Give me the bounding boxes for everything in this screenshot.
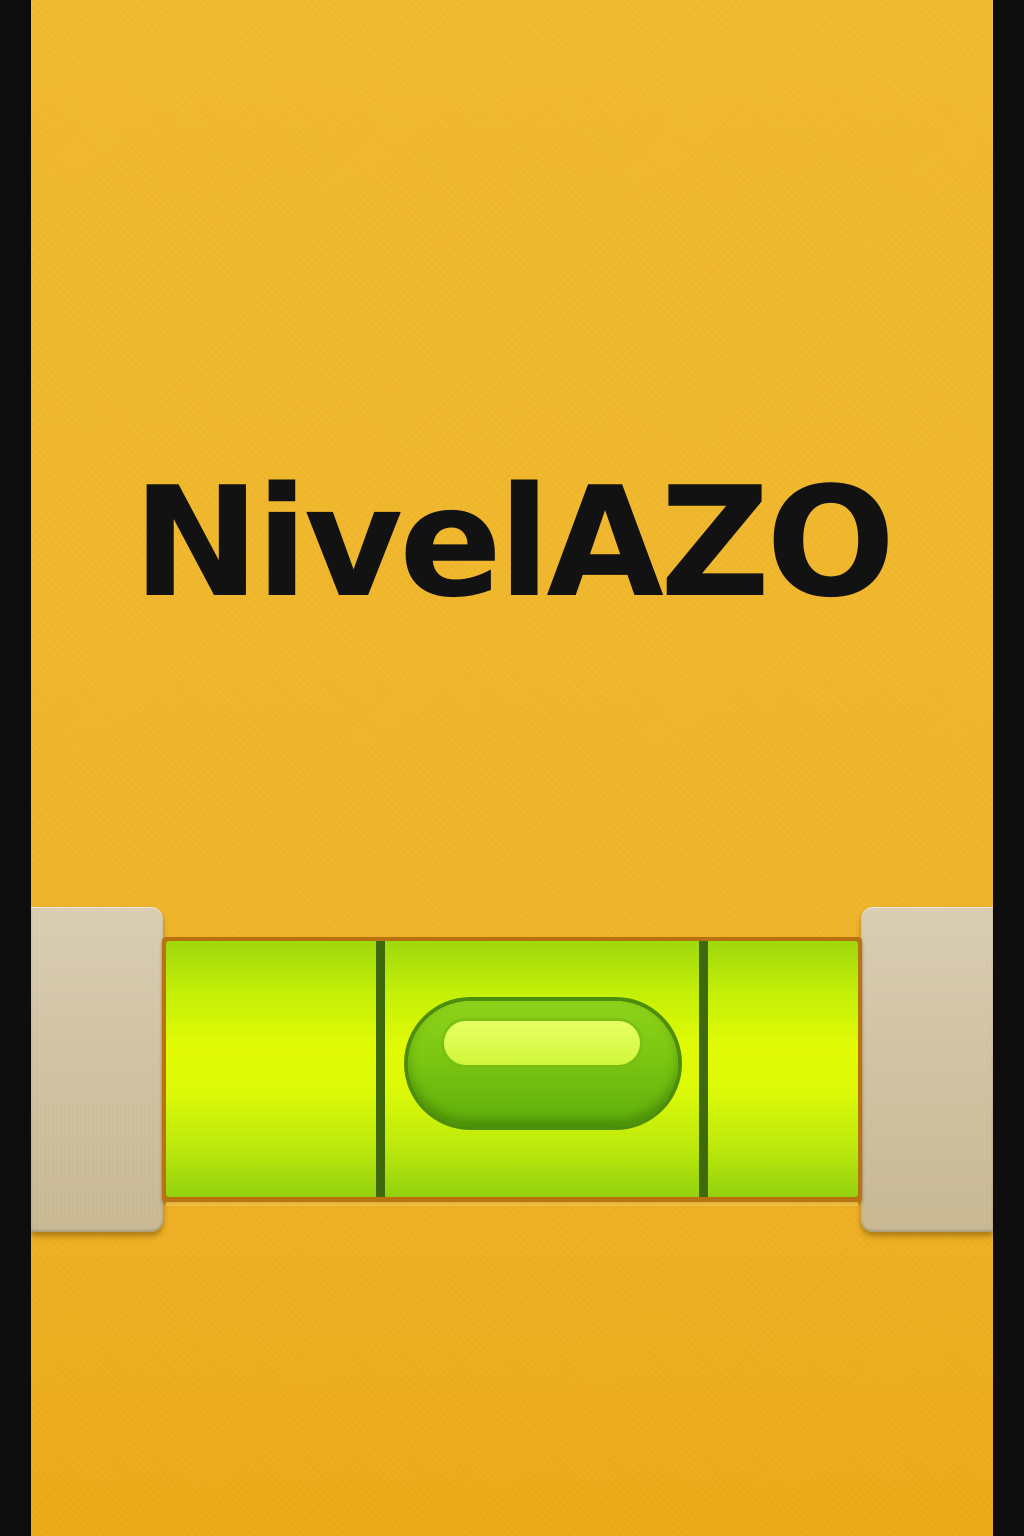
vial-left-marker-line [376,941,385,1197]
level-body: NivelAZO [31,0,993,1536]
vial-bottom-lip [166,1202,858,1206]
left-vial-bracket [31,907,163,1232]
app-title: NivelAZO [132,454,896,631]
vial-right-marker-line [699,941,708,1197]
bubble-highlight [444,1021,640,1065]
app-screen: NivelAZO [0,0,1024,1536]
spirit-level-vial [166,941,858,1197]
level-bubble [408,1001,678,1126]
right-vial-bracket [861,907,993,1232]
